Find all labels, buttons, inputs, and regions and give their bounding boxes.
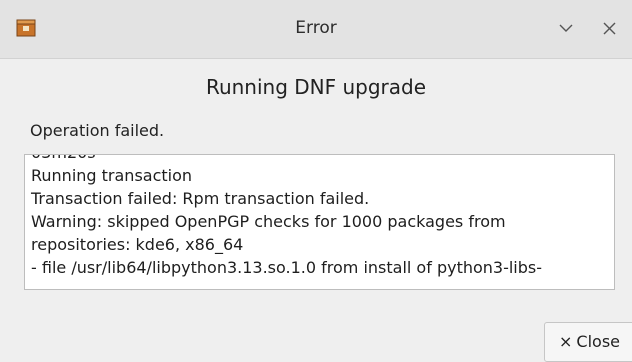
log-output[interactable]: 03m20s Running transaction Transaction f… bbox=[24, 154, 615, 290]
window-title: Error bbox=[295, 18, 337, 38]
log-lines: 03m20s Running transaction Transaction f… bbox=[31, 155, 608, 279]
log-line: 03m20s bbox=[31, 155, 608, 164]
title-bar: Error bbox=[0, 0, 632, 59]
close-x-icon: × bbox=[559, 332, 573, 351]
log-line: repositories: kde6, x86_64 bbox=[31, 235, 244, 254]
close-button-label: Close bbox=[576, 332, 620, 351]
log-line: Warning: skipped OpenPGP checks for 1000… bbox=[31, 212, 506, 231]
log-line: Transaction failed: Rpm transaction fail… bbox=[31, 189, 370, 208]
minimize-chevron-icon[interactable] bbox=[554, 16, 578, 40]
dialog-heading: Running DNF upgrade bbox=[205, 75, 427, 99]
log-line: Running transaction bbox=[31, 166, 193, 185]
close-icon[interactable] bbox=[597, 16, 621, 40]
log-line: - file /usr/lib64/libpython3.13.so.1.0 f… bbox=[31, 258, 543, 277]
close-button[interactable]: × Close bbox=[544, 322, 632, 362]
status-message: Operation failed. bbox=[30, 121, 165, 140]
